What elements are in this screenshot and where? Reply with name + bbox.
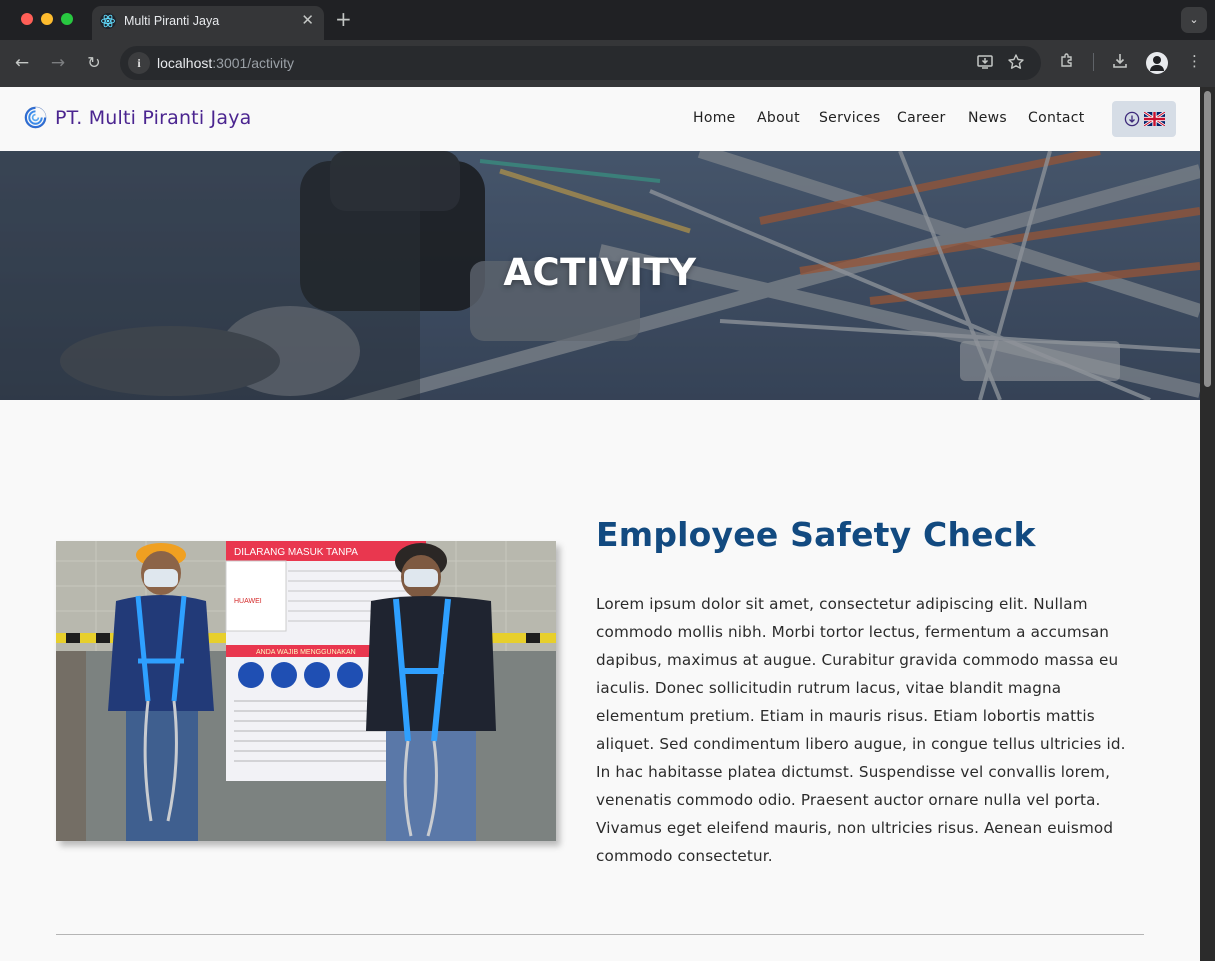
site-info-icon[interactable]: i xyxy=(128,52,150,74)
menu-kebab-icon[interactable]: ⋮ xyxy=(1187,52,1202,70)
section-divider xyxy=(56,934,1144,935)
extensions-icon[interactable] xyxy=(1058,52,1076,74)
nav-home[interactable]: Home xyxy=(693,110,736,126)
install-app-icon[interactable] xyxy=(976,53,994,75)
react-favicon-icon xyxy=(100,13,116,29)
minimize-window-button[interactable] xyxy=(41,13,53,25)
url-text[interactable]: localhost:3001/activity xyxy=(157,55,294,71)
profile-icon[interactable] xyxy=(1146,52,1168,74)
bookmark-star-icon[interactable] xyxy=(1007,53,1025,75)
brand-name: PT. Multi Piranti Jaya xyxy=(55,106,252,129)
nav-news[interactable]: News xyxy=(968,110,1007,126)
tab-title: Multi Piranti Jaya xyxy=(124,14,220,28)
new-tab-button[interactable]: + xyxy=(335,7,352,31)
activity-description: Lorem ipsum dolor sit amet, consectetur … xyxy=(596,595,1126,865)
tab-close-icon[interactable]: ✕ xyxy=(301,11,314,29)
photo-sign-ppe: ANDA WAJIB MENGGUNAKAN xyxy=(256,649,356,656)
close-window-button[interactable] xyxy=(21,13,33,25)
url-path: :3001/activity xyxy=(212,55,294,71)
activity-title: Employee Safety Check xyxy=(596,515,1036,554)
browser-titlebar: Multi Piranti Jaya ✕ + ⌄ xyxy=(0,0,1215,40)
activity-photo: DILARANG MASUK TANPA HUAWEI ANDA WAJIB M… xyxy=(56,541,556,841)
nav-about[interactable]: About xyxy=(757,110,800,126)
nav-contact[interactable]: Contact xyxy=(1028,110,1085,126)
hero-title: ACTIVITY xyxy=(503,251,697,294)
browser-tab[interactable]: Multi Piranti Jaya ✕ xyxy=(92,6,324,40)
back-arrow-icon[interactable]: ← xyxy=(10,51,34,75)
maximize-window-button[interactable] xyxy=(61,13,73,25)
brand-logo-icon xyxy=(24,106,47,129)
uk-flag-icon xyxy=(1144,112,1165,126)
nav-career[interactable]: Career xyxy=(897,110,946,126)
download-icon[interactable] xyxy=(1111,52,1129,74)
language-switch-button[interactable] xyxy=(1112,101,1176,137)
scrollbar-thumb[interactable] xyxy=(1204,91,1211,387)
safety-check-photo: DILARANG MASUK TANPA HUAWEI ANDA WAJIB M… xyxy=(56,541,556,841)
site-header: PT. Multi Piranti Jaya Home About Servic… xyxy=(0,87,1200,151)
photo-sign-header: DILARANG MASUK TANPA xyxy=(234,547,358,558)
reload-icon[interactable]: ↻ xyxy=(82,51,106,75)
forward-arrow-icon[interactable]: → xyxy=(46,51,70,75)
photo-sign-logo: HUAWEI xyxy=(234,598,262,605)
tab-search-icon[interactable]: ⌄ xyxy=(1181,7,1207,33)
address-bar[interactable]: i localhost:3001/activity xyxy=(120,46,1041,80)
nav-services[interactable]: Services xyxy=(819,110,880,126)
brand[interactable]: PT. Multi Piranti Jaya xyxy=(24,106,252,129)
url-host: localhost xyxy=(157,55,213,71)
toolbar-separator xyxy=(1093,53,1094,71)
page-viewport: PT. Multi Piranti Jaya Home About Servic… xyxy=(0,87,1200,961)
hero-banner: ACTIVITY xyxy=(0,151,1200,400)
page-scrollbar[interactable] xyxy=(1200,87,1215,961)
chevron-down-circle-icon xyxy=(1124,111,1140,127)
browser-toolbar: ← → ↻ i localhost:3001/activity ⋮ xyxy=(0,40,1215,87)
